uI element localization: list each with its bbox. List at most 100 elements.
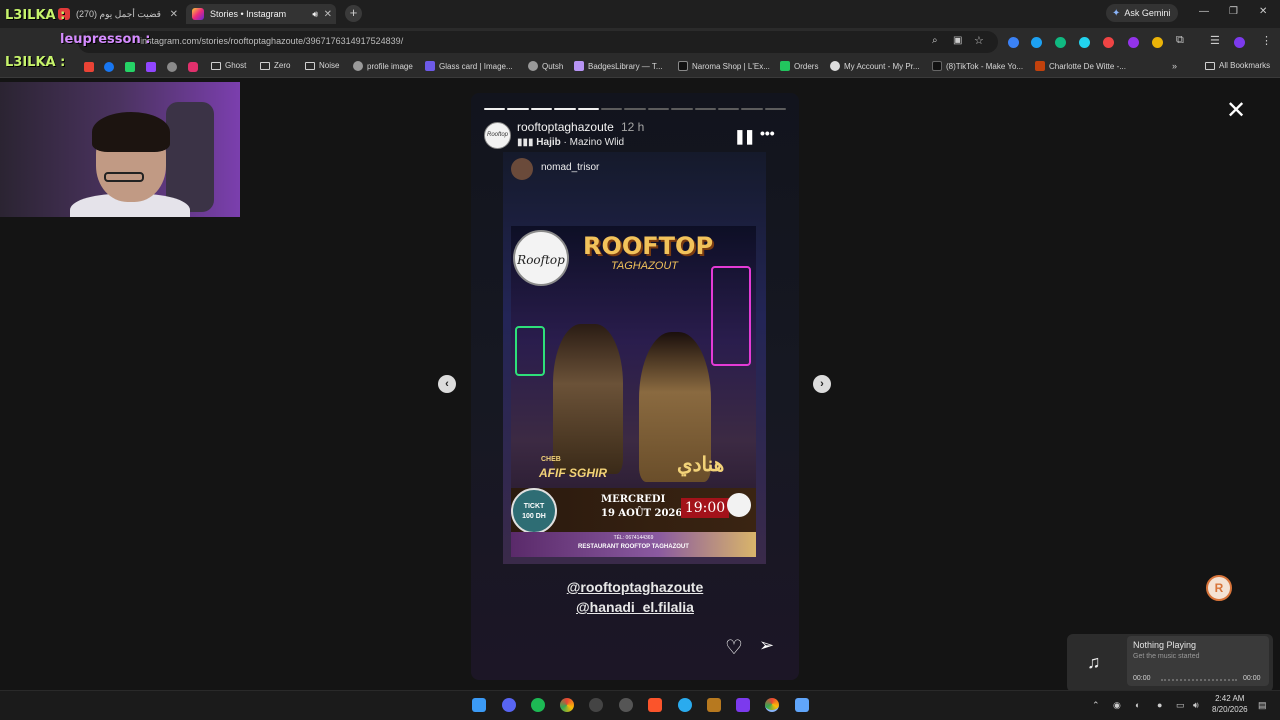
- bookmark-glass-card[interactable]: Glass card | Image...: [425, 61, 513, 71]
- globe-icon: [528, 61, 538, 71]
- bookmark-label: Zero: [274, 61, 291, 70]
- story-next-button[interactable]: ›: [813, 375, 831, 393]
- app-icon[interactable]: [795, 698, 809, 712]
- poster-artist-2: هنادي: [677, 454, 725, 476]
- bookmark-profile-image[interactable]: profile image: [353, 61, 413, 71]
- spotify-icon[interactable]: [531, 698, 545, 712]
- bookmark-site-icon: [574, 61, 584, 71]
- ticket-line-2: 100 DH: [522, 513, 546, 520]
- system-clock[interactable]: 2:42 AM 8/20/2026: [1212, 693, 1248, 715]
- close-window-icon[interactable]: ✕: [1259, 6, 1267, 17]
- progress-segment: [600, 108, 623, 110]
- mention-hanadi[interactable]: @hanadi_el.filalia: [471, 599, 799, 615]
- bookmark-instagram-icon[interactable]: [188, 62, 198, 72]
- extension-icon-4[interactable]: [1079, 37, 1090, 48]
- like-heart-icon[interactable]: ♡: [725, 635, 743, 660]
- tray-icon[interactable]: ◉: [1113, 700, 1121, 711]
- media-player-widget[interactable]: ♫ Nothing Playing Get the music started …: [1067, 634, 1273, 692]
- bookmark-folder-zero[interactable]: Zero: [260, 61, 290, 70]
- notification-icon[interactable]: ▤: [1258, 700, 1267, 711]
- speaker-icon[interactable]: 🔊︎: [312, 9, 318, 20]
- zoom-icon[interactable]: ⌕: [932, 35, 938, 46]
- repost-avatar: [511, 158, 533, 180]
- app-icon[interactable]: [707, 698, 721, 712]
- share-send-icon[interactable]: ➢: [759, 635, 774, 656]
- bookmark-label: Orders: [794, 61, 819, 71]
- menu-kebab-icon[interactable]: ⋮: [1261, 34, 1272, 47]
- bookmark-my-account[interactable]: My Account - My Pr...: [830, 61, 920, 71]
- bookmarks-overflow-icon[interactable]: »: [1172, 61, 1177, 71]
- bookmark-label: Ghost: [225, 61, 247, 70]
- bookmark-icon[interactable]: [167, 62, 177, 72]
- close-story-icon[interactable]: ✕: [1226, 96, 1246, 125]
- install-icon[interactable]: ▣: [953, 35, 962, 46]
- reading-list-icon[interactable]: ☰: [1210, 34, 1220, 47]
- bookmark-qutsh[interactable]: Qutsh: [528, 61, 563, 71]
- obs-icon[interactable]: [589, 698, 603, 712]
- tab-youtube[interactable]: (270) قضيت أجمل يوم ✕: [58, 4, 178, 24]
- telegram-icon[interactable]: [678, 698, 692, 712]
- bookmark-badges-library[interactable]: BadgesLibrary — T...: [574, 61, 663, 71]
- bookmark-tiktok[interactable]: (8)TikTok - Make Yo...: [932, 61, 1023, 71]
- mention-rooftop[interactable]: @rooftoptaghazoute: [471, 579, 799, 595]
- bookmark-charlotte-de-witte[interactable]: Charlotte De Witte -...: [1035, 61, 1126, 71]
- extension-icon-2[interactable]: [1031, 37, 1042, 48]
- bookmark-star-icon[interactable]: ☆: [974, 34, 984, 47]
- more-options-icon[interactable]: •••: [760, 125, 775, 141]
- bookmark-orders[interactable]: Orders: [780, 61, 818, 71]
- progress-segment: [741, 108, 763, 110]
- pause-icon[interactable]: ❚❚: [734, 128, 756, 145]
- bookmark-folder-ghost[interactable]: Ghost: [211, 61, 246, 70]
- story-username[interactable]: rooftoptaghazoute: [517, 120, 614, 134]
- new-tab-button[interactable]: +: [345, 5, 362, 22]
- start-windows-icon[interactable]: [472, 698, 486, 712]
- bookmark-folder-noise[interactable]: Noise: [305, 61, 339, 70]
- url-text[interactable]: instagram.com/stories/rooftoptaghazoute/…: [140, 36, 403, 46]
- chrome-active-icon[interactable]: [765, 698, 779, 712]
- story-music[interactable]: ▮▮▮ Hajib · Mazino Wlid: [517, 137, 624, 148]
- profile-avatar[interactable]: [1234, 37, 1245, 48]
- progress-segment: [554, 108, 576, 110]
- microphone-icon[interactable]: ●: [1157, 700, 1162, 710]
- close-tab-icon[interactable]: ✕: [324, 9, 332, 20]
- ask-gemini-button[interactable]: ✦ Ask Gemini: [1106, 4, 1178, 22]
- brave-icon[interactable]: [648, 698, 662, 712]
- extension-icon-3[interactable]: [1055, 37, 1066, 48]
- media-progress-bar[interactable]: [1161, 679, 1237, 681]
- extension-icon-1[interactable]: [1008, 37, 1019, 48]
- poster-subtitle: TAGHAZOUT: [611, 260, 679, 272]
- extension-icon-5[interactable]: [1103, 37, 1114, 48]
- floating-extension-badge[interactable]: R: [1206, 575, 1232, 601]
- story-viewer[interactable]: Rooftop rooftoptaghazoute 12 h ▮▮▮ Hajib…: [471, 93, 799, 680]
- story-avatar[interactable]: Rooftop: [484, 122, 511, 149]
- chrome-icon[interactable]: [560, 698, 574, 712]
- progress-segment: [507, 108, 529, 110]
- bookmark-site-icon: [1035, 61, 1045, 71]
- app-icon[interactable]: [736, 698, 750, 712]
- tab-title: (270) قضيت أجمل يوم: [76, 8, 161, 19]
- bookmark-twitch-icon[interactable]: [146, 62, 156, 72]
- minimize-icon[interactable]: —: [1199, 6, 1209, 17]
- restore-icon[interactable]: ❐: [1229, 6, 1238, 17]
- tray-overflow-icon[interactable]: ⌃: [1092, 700, 1100, 711]
- extension-icon-7[interactable]: [1152, 37, 1163, 48]
- reposted-post[interactable]: nomad_trisor Rooftop ROOFTOP TAGHAZOUT C…: [503, 152, 766, 564]
- app-icon[interactable]: [619, 698, 633, 712]
- bookmark-facebook-icon[interactable]: [104, 62, 114, 72]
- volume-icon[interactable]: 🔊︎: [1193, 700, 1199, 711]
- tab-instagram[interactable]: Stories • Instagram 🔊︎ ✕: [186, 4, 336, 24]
- story-prev-button[interactable]: ‹: [438, 375, 456, 393]
- all-bookmarks[interactable]: All Bookmarks: [1205, 61, 1270, 70]
- bookmark-naroma-shop[interactable]: Naroma Shop | L'Ex...: [678, 61, 770, 71]
- network-icon[interactable]: ▭: [1176, 700, 1185, 711]
- close-tab-icon[interactable]: ✕: [170, 9, 178, 20]
- tray-icon[interactable]: ◐: [1135, 700, 1140, 710]
- tab-title: Stories • Instagram: [210, 9, 287, 19]
- extension-icon-6[interactable]: [1128, 37, 1139, 48]
- bookmark-gmail-icon[interactable]: [84, 62, 94, 72]
- extensions-puzzle-icon[interactable]: ⧉: [1176, 34, 1184, 47]
- discord-icon[interactable]: [502, 698, 516, 712]
- repost-username[interactable]: nomad_trisor: [541, 162, 599, 173]
- gemini-icon: ✦: [1112, 7, 1121, 19]
- bookmark-whatsapp-icon[interactable]: [125, 62, 135, 72]
